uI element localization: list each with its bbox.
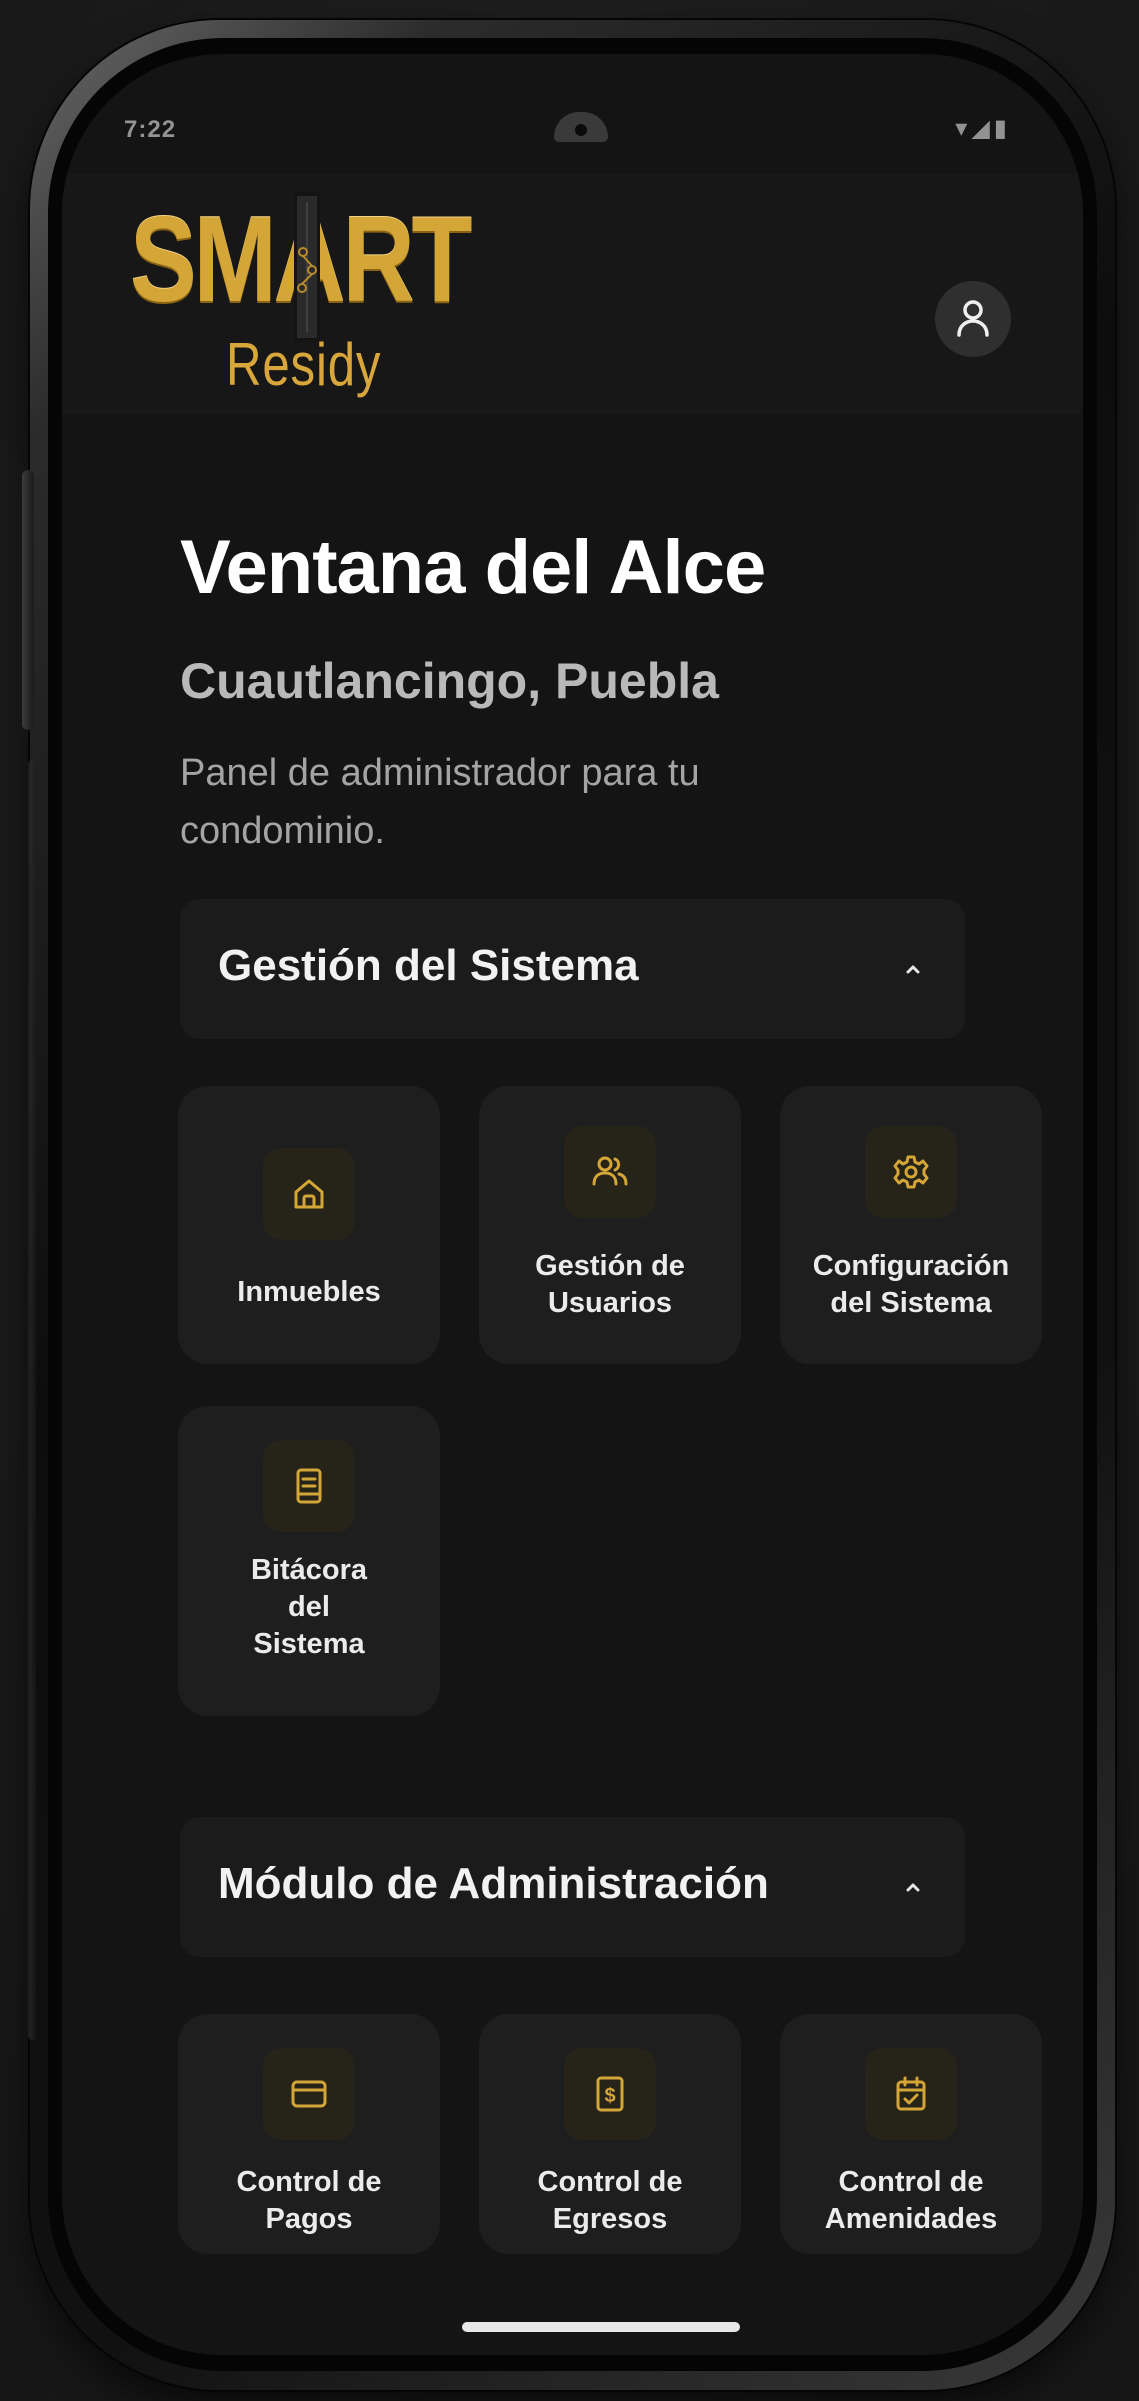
calendar-check-icon-badge	[865, 2048, 957, 2140]
tile-label: Bitácora del Sistema	[250, 1554, 368, 1660]
tile-control-egresos[interactable]: $ Control de Egresos	[479, 2014, 741, 2254]
tile-inmuebles[interactable]: Inmuebles	[178, 1086, 440, 1364]
front-camera	[554, 112, 608, 142]
log-book-icon-badge	[263, 1440, 355, 1532]
dollar-receipt-icon-badge: $	[564, 2048, 656, 2140]
user-icon	[957, 300, 989, 337]
tile-control-amenidades[interactable]: Control de Amenidades	[780, 2014, 1042, 2254]
tile-label: Control de Egresos	[537, 2166, 683, 2235]
location-subtitle: Cuautlancingo, Puebla	[180, 653, 719, 709]
gear-icon	[893, 1155, 929, 1189]
svg-text:$: $	[604, 2085, 615, 2107]
tile-label: Configuración del Sistema	[812, 1250, 1010, 1319]
tile-label: Inmuebles	[237, 1276, 381, 1308]
home-icon-badge	[263, 1148, 355, 1240]
home-icon	[294, 1179, 324, 1209]
status-bar: 7:22 ▾◢▮	[62, 54, 1083, 144]
users-icon	[592, 1156, 628, 1186]
logo-subtitle: Residy	[226, 331, 382, 398]
section-title: Gestión del Sistema	[218, 941, 639, 990]
volume-button	[22, 470, 34, 730]
side-rail	[28, 760, 36, 2040]
logo-tower-icon	[294, 192, 320, 342]
gear-icon-badge	[865, 1126, 957, 1218]
home-indicator[interactable]	[462, 2322, 740, 2332]
calendar-check-icon	[896, 2076, 926, 2111]
status-time: 7:22	[124, 116, 177, 143]
dollar-receipt-icon: $	[596, 2076, 624, 2112]
credit-card-icon-badge	[263, 2048, 355, 2140]
tile-bitacora-sistema[interactable]: Bitácora del Sistema	[178, 1406, 440, 1716]
device-mockup: 7:22 ▾◢▮ SMART Residy	[0, 0, 1139, 2401]
app-logo[interactable]: SMART Residy	[130, 184, 473, 404]
tile-configuracion-sistema[interactable]: Configuración del Sistema	[780, 1086, 1042, 1364]
section-title: Módulo de Administración	[218, 1859, 769, 1908]
chevron-up-icon	[906, 965, 920, 974]
status-indicators: ▾◢▮	[955, 115, 1011, 142]
credit-card-icon	[291, 2080, 327, 2108]
tile-label: Control de Amenidades	[824, 2166, 998, 2235]
log-book-icon	[296, 1468, 322, 1504]
page-title: Ventana del Alce	[180, 525, 766, 610]
app-header: SMART Residy	[62, 174, 1083, 414]
tile-gestion-usuarios[interactable]: Gestión de Usuarios	[479, 1086, 741, 1364]
tile-control-pagos[interactable]: Control de Pagos	[178, 2014, 440, 2254]
users-icon-badge	[564, 1126, 656, 1218]
page-description: Panel de administrador para tu condomini…	[180, 752, 700, 852]
profile-button[interactable]	[935, 281, 1011, 357]
chevron-up-icon	[906, 1883, 920, 1892]
app-screen: 7:22 ▾◢▮ SMART Residy	[62, 54, 1083, 2355]
section-header-gestion-sistema[interactable]: Gestión del Sistema	[180, 899, 965, 1039]
section-header-modulo-administracion[interactable]: Módulo de Administración	[180, 1817, 965, 1957]
tile-label: Control de Pagos	[236, 2166, 382, 2235]
tile-label: Gestión de Usuarios	[535, 1250, 685, 1319]
